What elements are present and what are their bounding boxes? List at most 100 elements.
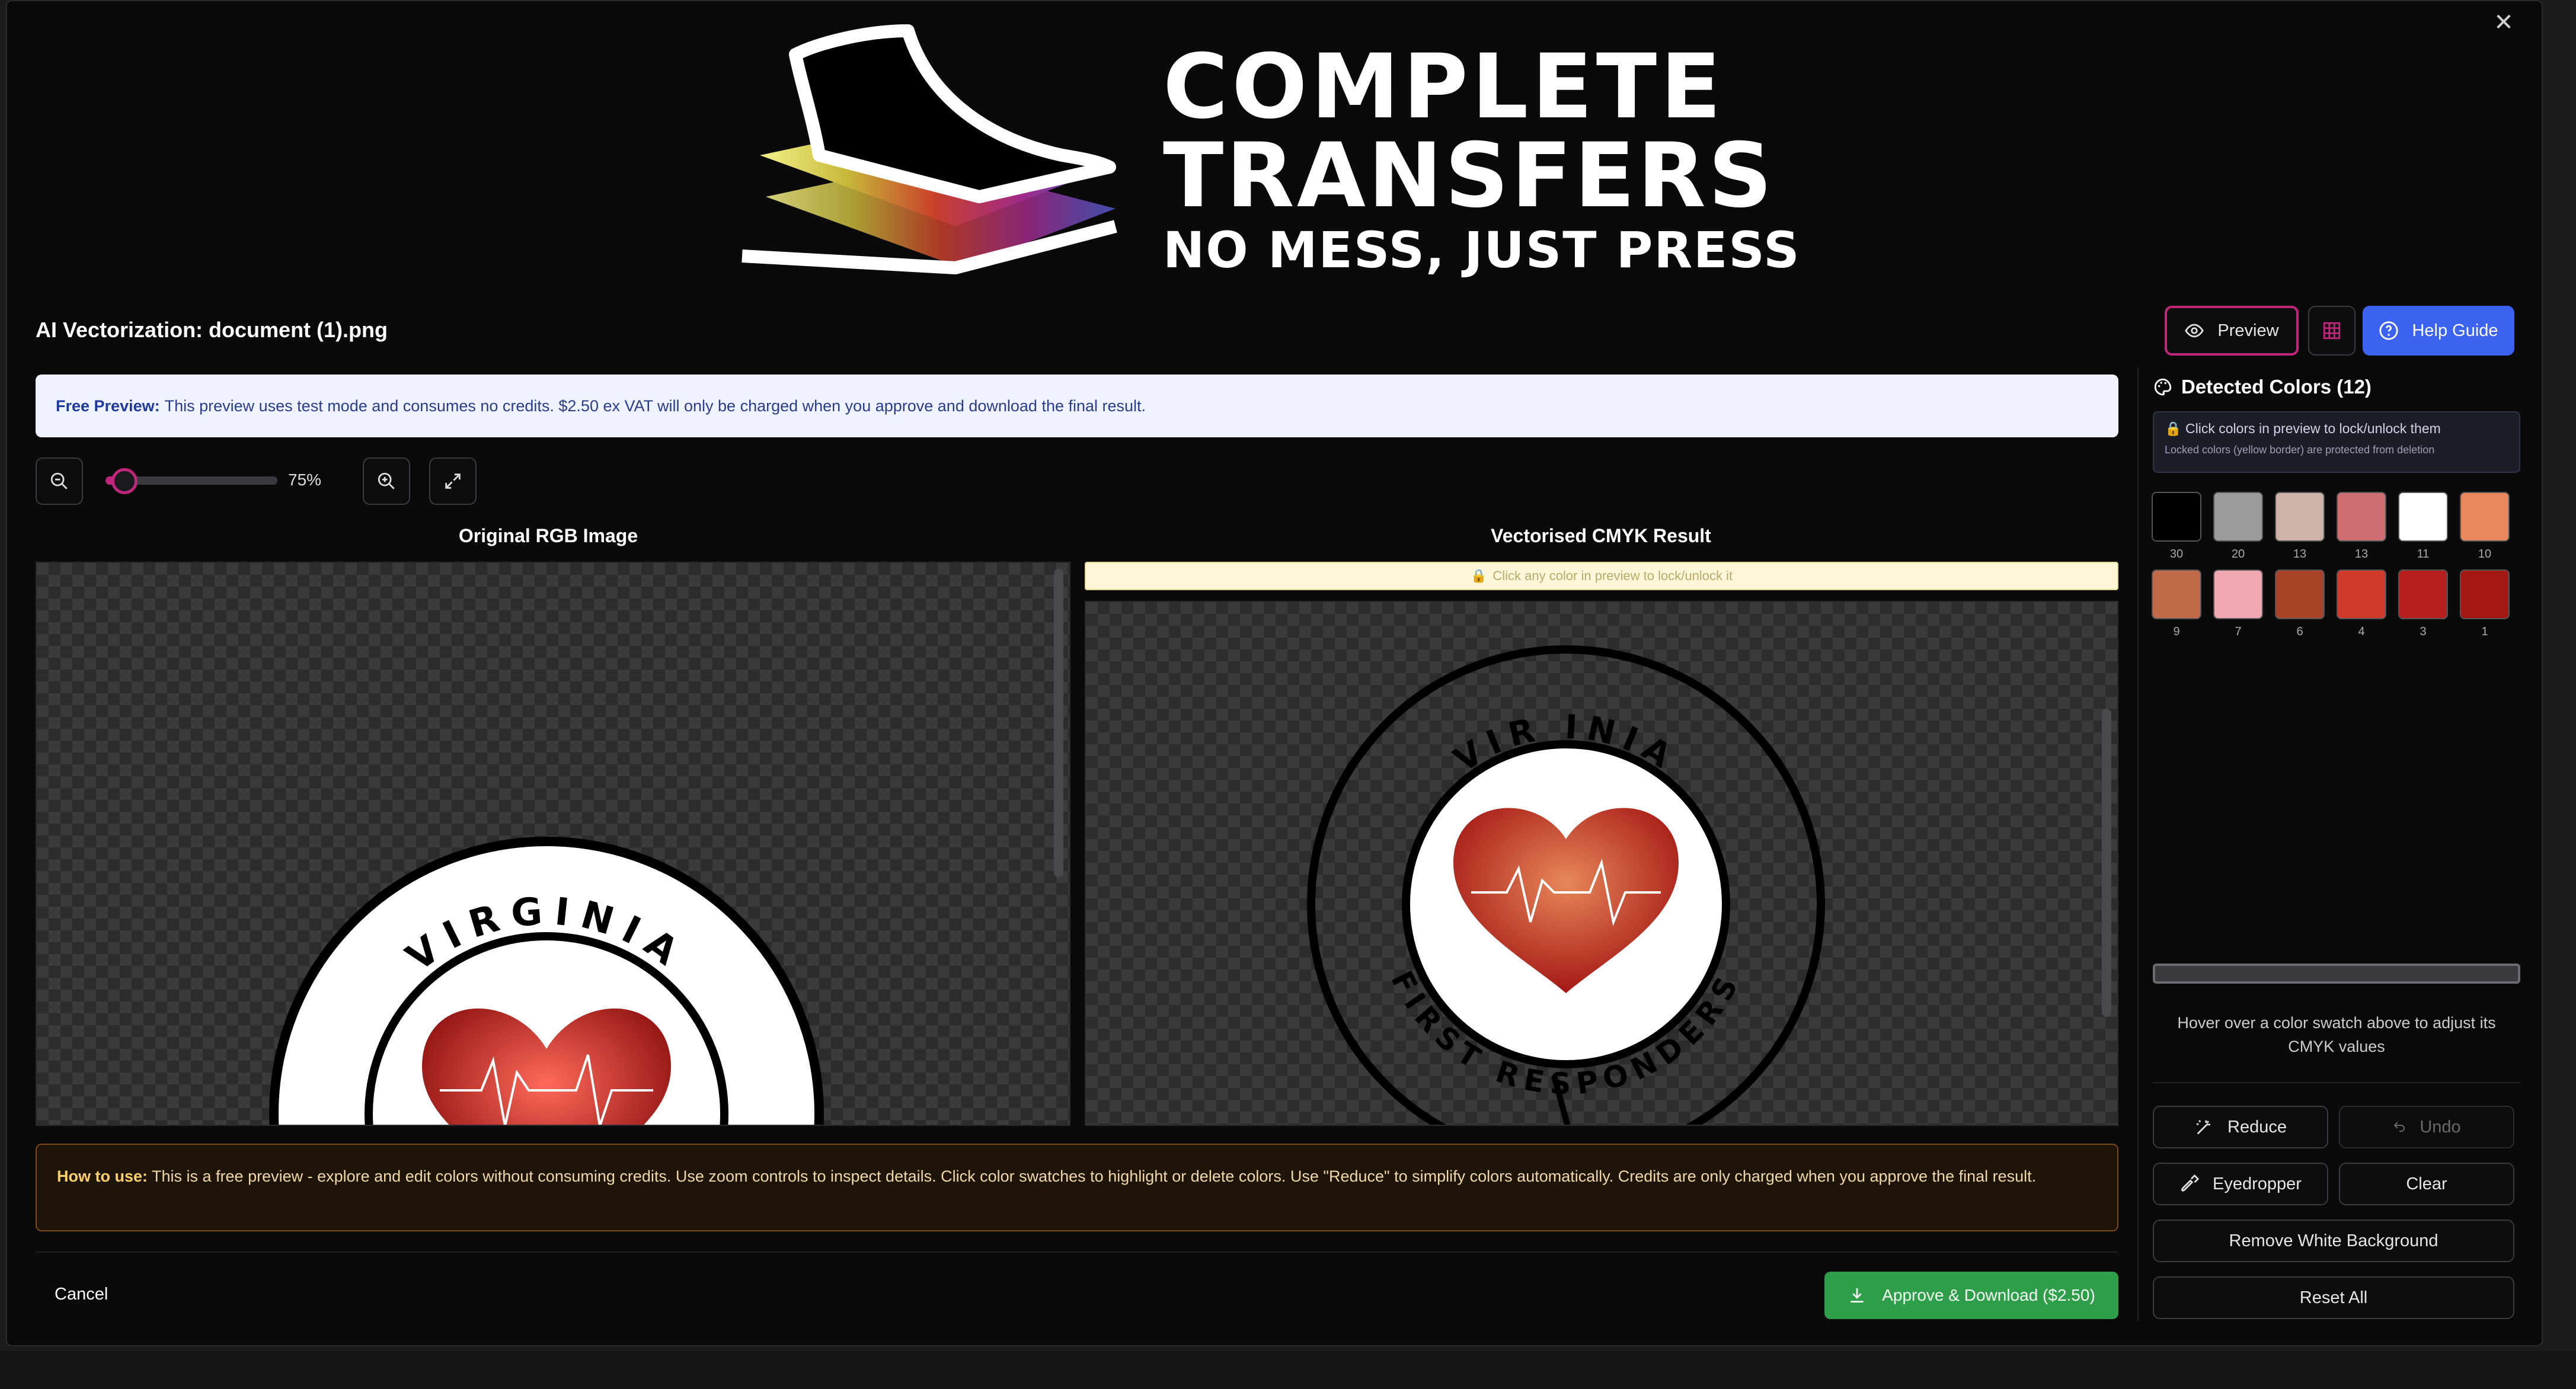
preview-label: Preview (2217, 321, 2279, 340)
eyedropper-label: Eyedropper (2213, 1174, 2302, 1193)
color-swatch-item[interactable]: 1 (2460, 569, 2510, 639)
eyedropper-icon (2181, 1174, 2200, 1192)
approve-download-label: Approve & Download ($2.50) (1882, 1286, 2095, 1304)
color-swatch-item[interactable]: 4 (2337, 569, 2386, 639)
color-swatch[interactable] (2398, 492, 2448, 542)
color-swatch-item[interactable]: 9 (2152, 569, 2201, 639)
zoom-in-button[interactable] (363, 457, 410, 505)
sidebar-divider (2137, 367, 2139, 1321)
preview-button[interactable]: Preview (2165, 306, 2299, 356)
page-title: AI Vectorization: document (1).png (36, 318, 388, 342)
grid-toggle-button[interactable] (2308, 306, 2356, 356)
brand-logo: COMPLETE TRANSFERS NO MESS, JUST PRESS (730, 19, 1845, 286)
reset-all-button[interactable]: Reset All (2153, 1276, 2514, 1319)
sidebar-section-divider (2153, 1082, 2520, 1083)
color-swatch-count: 13 (2293, 548, 2307, 561)
color-swatch-item[interactable]: 13 (2275, 492, 2325, 561)
color-swatch-item[interactable]: 10 (2460, 492, 2510, 561)
zoom-in-icon (378, 472, 395, 489)
zoom-out-button[interactable] (36, 457, 83, 505)
color-swatch-item[interactable]: 3 (2398, 569, 2448, 639)
color-swatch-count: 3 (2420, 625, 2427, 638)
reduce-label: Reduce (2227, 1117, 2287, 1137)
color-swatch[interactable] (2337, 569, 2386, 619)
virginia-badge-vector: VIR INIA FIRST RESPONDERS (1307, 645, 1825, 1125)
approve-download-button[interactable]: Approve & Download ($2.50) (1824, 1272, 2118, 1319)
reduce-button[interactable]: Reduce (2153, 1106, 2328, 1148)
notice-strong: Free Preview: (56, 396, 160, 415)
lock-hint-bar: 🔒 Click any color in preview to lock/unl… (1085, 562, 2118, 590)
footer-divider (36, 1252, 2118, 1253)
hover-hint: Hover over a color swatch above to adjus… (2177, 1014, 2496, 1055)
remove-white-background-button[interactable]: Remove White Background (2153, 1220, 2514, 1262)
lock-icon: 🔒 (1470, 568, 1487, 583)
original-scrollbar[interactable] (1054, 569, 1063, 877)
result-preview-canvas[interactable]: VIR INIA FIRST RESPONDERS (1085, 601, 2118, 1126)
color-swatch[interactable] (2460, 492, 2510, 542)
expand-icon (445, 473, 461, 489)
zoom-slider-thumb[interactable] (111, 468, 138, 494)
color-swatch-item[interactable]: 20 (2213, 492, 2263, 561)
grid-icon (2323, 322, 2341, 340)
fullscreen-button[interactable] (429, 457, 477, 505)
background-window (0, 1351, 2576, 1389)
lock-info-title: 🔒 Click colors in preview to lock/unlock… (2165, 421, 2508, 437)
result-panel-title: Vectorised CMYK Result (1491, 525, 1711, 546)
brand-tagline: NO MESS, JUST PRESS (1163, 221, 1801, 279)
howto-text: This is a free preview - explore and edi… (152, 1167, 2037, 1185)
remove-white-label: Remove White Background (2229, 1231, 2438, 1250)
lock-info-box: 🔒 Click colors in preview to lock/unlock… (2153, 411, 2520, 473)
color-swatch-count: 9 (2173, 625, 2180, 638)
how-to-use-notice: How to use: This is a free preview - exp… (36, 1144, 2118, 1231)
original-preview-canvas[interactable]: VIRGINIA (36, 562, 1070, 1126)
color-swatch-item[interactable]: 11 (2398, 492, 2448, 561)
cancel-button[interactable]: Cancel (55, 1285, 108, 1304)
lock-info-sub: Locked colors (yellow border) are protec… (2165, 444, 2435, 456)
color-swatch-count: 1 (2481, 625, 2488, 638)
color-swatch-count: 30 (2169, 548, 2184, 561)
notice-text: This preview uses test mode and consumes… (164, 396, 1146, 415)
color-swatch[interactable] (2337, 492, 2386, 542)
clear-label: Clear (2406, 1174, 2447, 1193)
result-scrollbar[interactable] (2102, 709, 2111, 1017)
eye-icon (2185, 324, 2204, 338)
zoom-value: 75% (288, 471, 322, 489)
color-swatch-item[interactable]: 7 (2213, 569, 2263, 639)
help-circle-icon (2379, 321, 2399, 340)
original-panel-title: Original RGB Image (458, 525, 638, 546)
color-swatch-count: 7 (2235, 625, 2242, 638)
download-icon (1850, 1288, 1864, 1302)
color-swatch-count: 4 (2358, 625, 2365, 638)
color-swatch-count: 6 (2296, 625, 2303, 638)
color-swatch-count: 10 (2478, 548, 2492, 561)
color-swatch[interactable] (2152, 569, 2201, 619)
color-swatch[interactable] (2398, 569, 2448, 619)
help-guide-button[interactable]: Help Guide (2363, 306, 2514, 356)
close-icon[interactable]: ✕ (2491, 9, 2517, 36)
brand-line2: TRANSFERS (1163, 124, 1775, 228)
color-swatch[interactable] (2213, 569, 2263, 619)
palette-icon (2154, 378, 2172, 396)
eyedropper-button[interactable]: Eyedropper (2153, 1163, 2328, 1205)
color-swatch[interactable] (2152, 492, 2201, 542)
swatch-scrollbar[interactable] (2153, 964, 2520, 984)
color-swatch[interactable] (2275, 492, 2325, 542)
undo-button[interactable]: Undo (2339, 1106, 2514, 1148)
help-guide-label: Help Guide (2412, 321, 2498, 340)
magic-wand-icon (2196, 1120, 2210, 1135)
free-preview-notice: Free Preview: This preview uses test mod… (36, 375, 2118, 437)
vectorization-modal: ✕ COMPLETE TRANSFERS NO MESS, JUST PRESS… (6, 0, 2543, 1346)
color-swatch[interactable] (2275, 569, 2325, 619)
lock-hint-text: Click any color in preview to lock/unloc… (1492, 568, 1733, 583)
undo-icon (2393, 1122, 2405, 1132)
virginia-badge-original: VIRGINIA (269, 837, 824, 1125)
howto-strong: How to use: (57, 1167, 148, 1185)
color-swatch-item[interactable]: 30 (2152, 492, 2201, 561)
color-swatch-item[interactable]: 13 (2337, 492, 2386, 561)
color-swatch-item[interactable]: 6 (2275, 569, 2325, 639)
clear-button[interactable]: Clear (2339, 1163, 2514, 1205)
color-swatch[interactable] (2460, 569, 2510, 619)
color-swatch[interactable] (2213, 492, 2263, 542)
reset-all-label: Reset All (2299, 1288, 2368, 1307)
detected-colors-title: Detected Colors (12) (2181, 376, 2372, 398)
